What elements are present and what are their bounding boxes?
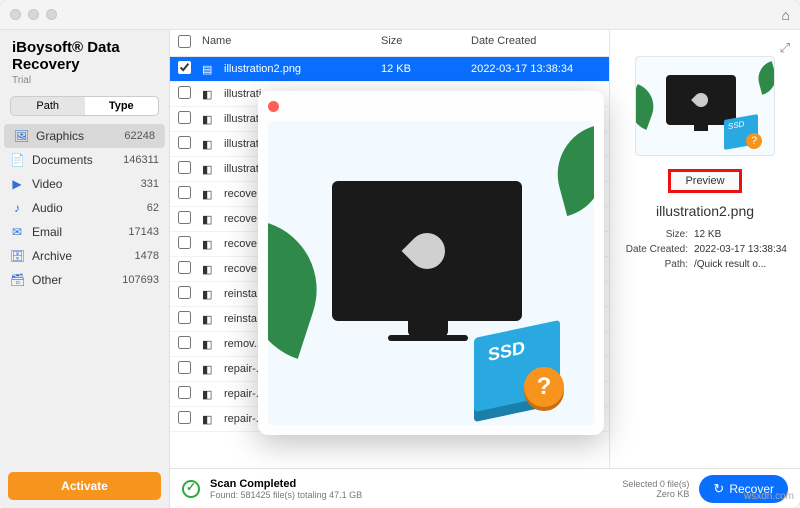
sidebar-item-archive[interactable]: 🗄Archive1478 bbox=[0, 244, 169, 268]
file-icon: ◧ bbox=[202, 163, 218, 176]
selected-count: Selected 0 file(s) bbox=[622, 479, 689, 489]
category-icon: ✉ bbox=[10, 225, 24, 239]
row-checkbox[interactable] bbox=[178, 186, 191, 199]
preview-path: /Quick result o... bbox=[694, 259, 790, 270]
close-dot[interactable] bbox=[10, 9, 21, 20]
file-icon: ◧ bbox=[202, 413, 218, 426]
category-icon: 🗄 bbox=[10, 249, 24, 263]
file-icon: ◧ bbox=[202, 313, 218, 326]
select-all-checkbox[interactable] bbox=[178, 35, 191, 48]
app-title: iBoysoft® Data Recovery bbox=[0, 30, 169, 75]
file-icon: ◧ bbox=[202, 338, 218, 351]
sidebar-item-video[interactable]: ▶Video331 bbox=[0, 172, 169, 196]
file-icon: ◧ bbox=[202, 263, 218, 276]
col-date[interactable]: Date Created bbox=[471, 35, 601, 51]
row-checkbox[interactable] bbox=[178, 136, 191, 149]
tab-path[interactable]: Path bbox=[11, 97, 85, 115]
row-checkbox[interactable] bbox=[178, 386, 191, 399]
row-checkbox[interactable] bbox=[178, 61, 191, 74]
scan-detail: Found: 581425 file(s) totaling 47.1 GB bbox=[210, 490, 362, 500]
preview-thumbnail: ? bbox=[635, 56, 775, 156]
scan-status: Scan Completed bbox=[210, 478, 362, 490]
row-checkbox[interactable] bbox=[178, 336, 191, 349]
col-size[interactable]: Size bbox=[381, 35, 471, 51]
file-icon: ◧ bbox=[202, 388, 218, 401]
file-icon: ◧ bbox=[202, 88, 218, 101]
table-row[interactable]: ▤illustration2.png12 KB2022-03-17 13:38:… bbox=[170, 57, 609, 82]
sidebar-item-graphics[interactable]: 🖼Graphics62248 bbox=[4, 124, 165, 148]
thumbnail-open-icon[interactable]: ⤢ bbox=[780, 40, 790, 56]
row-checkbox[interactable] bbox=[178, 211, 191, 224]
file-icon: ◧ bbox=[202, 188, 218, 201]
category-icon: 🗃 bbox=[10, 273, 24, 287]
file-icon: ◧ bbox=[202, 288, 218, 301]
category-icon: 🖼 bbox=[14, 129, 28, 143]
col-name[interactable]: Name bbox=[202, 35, 381, 51]
row-checkbox[interactable] bbox=[178, 161, 191, 174]
row-checkbox[interactable] bbox=[178, 236, 191, 249]
file-icon: ◧ bbox=[202, 113, 218, 126]
scan-complete-icon bbox=[182, 480, 200, 498]
tab-type[interactable]: Type bbox=[85, 97, 159, 115]
file-icon: ▤ bbox=[202, 63, 218, 76]
sidebar-item-other[interactable]: 🗃Other107693 bbox=[0, 268, 169, 292]
file-icon: ◧ bbox=[202, 238, 218, 251]
home-icon[interactable]: ⌂ bbox=[782, 7, 790, 23]
row-checkbox[interactable] bbox=[178, 86, 191, 99]
row-checkbox[interactable] bbox=[178, 361, 191, 374]
popup-close-icon[interactable] bbox=[268, 101, 279, 112]
watermark: wsxdn.com bbox=[744, 491, 794, 502]
preview-size: 12 KB bbox=[694, 229, 790, 240]
sidebar-item-documents[interactable]: 📄Documents146311 bbox=[0, 148, 169, 172]
category-icon: 📄 bbox=[10, 153, 24, 167]
min-dot[interactable] bbox=[28, 9, 39, 20]
category-icon: ▶ bbox=[10, 177, 24, 191]
preview-popup: SSD ? bbox=[258, 91, 604, 435]
row-checkbox[interactable] bbox=[178, 286, 191, 299]
row-checkbox[interactable] bbox=[178, 261, 191, 274]
preview-filename: illustration2.png bbox=[656, 203, 754, 219]
sidebar-item-email[interactable]: ✉Email17143 bbox=[0, 220, 169, 244]
selected-size: Zero KB bbox=[622, 489, 689, 499]
file-icon: ◧ bbox=[202, 213, 218, 226]
row-checkbox[interactable] bbox=[178, 311, 191, 324]
row-checkbox[interactable] bbox=[178, 411, 191, 424]
activate-button[interactable]: Activate bbox=[8, 472, 161, 500]
preview-date: 2022-03-17 13:38:34 bbox=[694, 244, 790, 255]
category-icon: ♪ bbox=[10, 201, 24, 215]
preview-button[interactable]: Preview bbox=[668, 169, 741, 193]
edition-label: Trial bbox=[0, 75, 169, 92]
file-icon: ◧ bbox=[202, 363, 218, 376]
max-dot[interactable] bbox=[46, 9, 57, 20]
file-icon: ◧ bbox=[202, 138, 218, 151]
sidebar-item-audio[interactable]: ♪Audio62 bbox=[0, 196, 169, 220]
row-checkbox[interactable] bbox=[178, 111, 191, 124]
